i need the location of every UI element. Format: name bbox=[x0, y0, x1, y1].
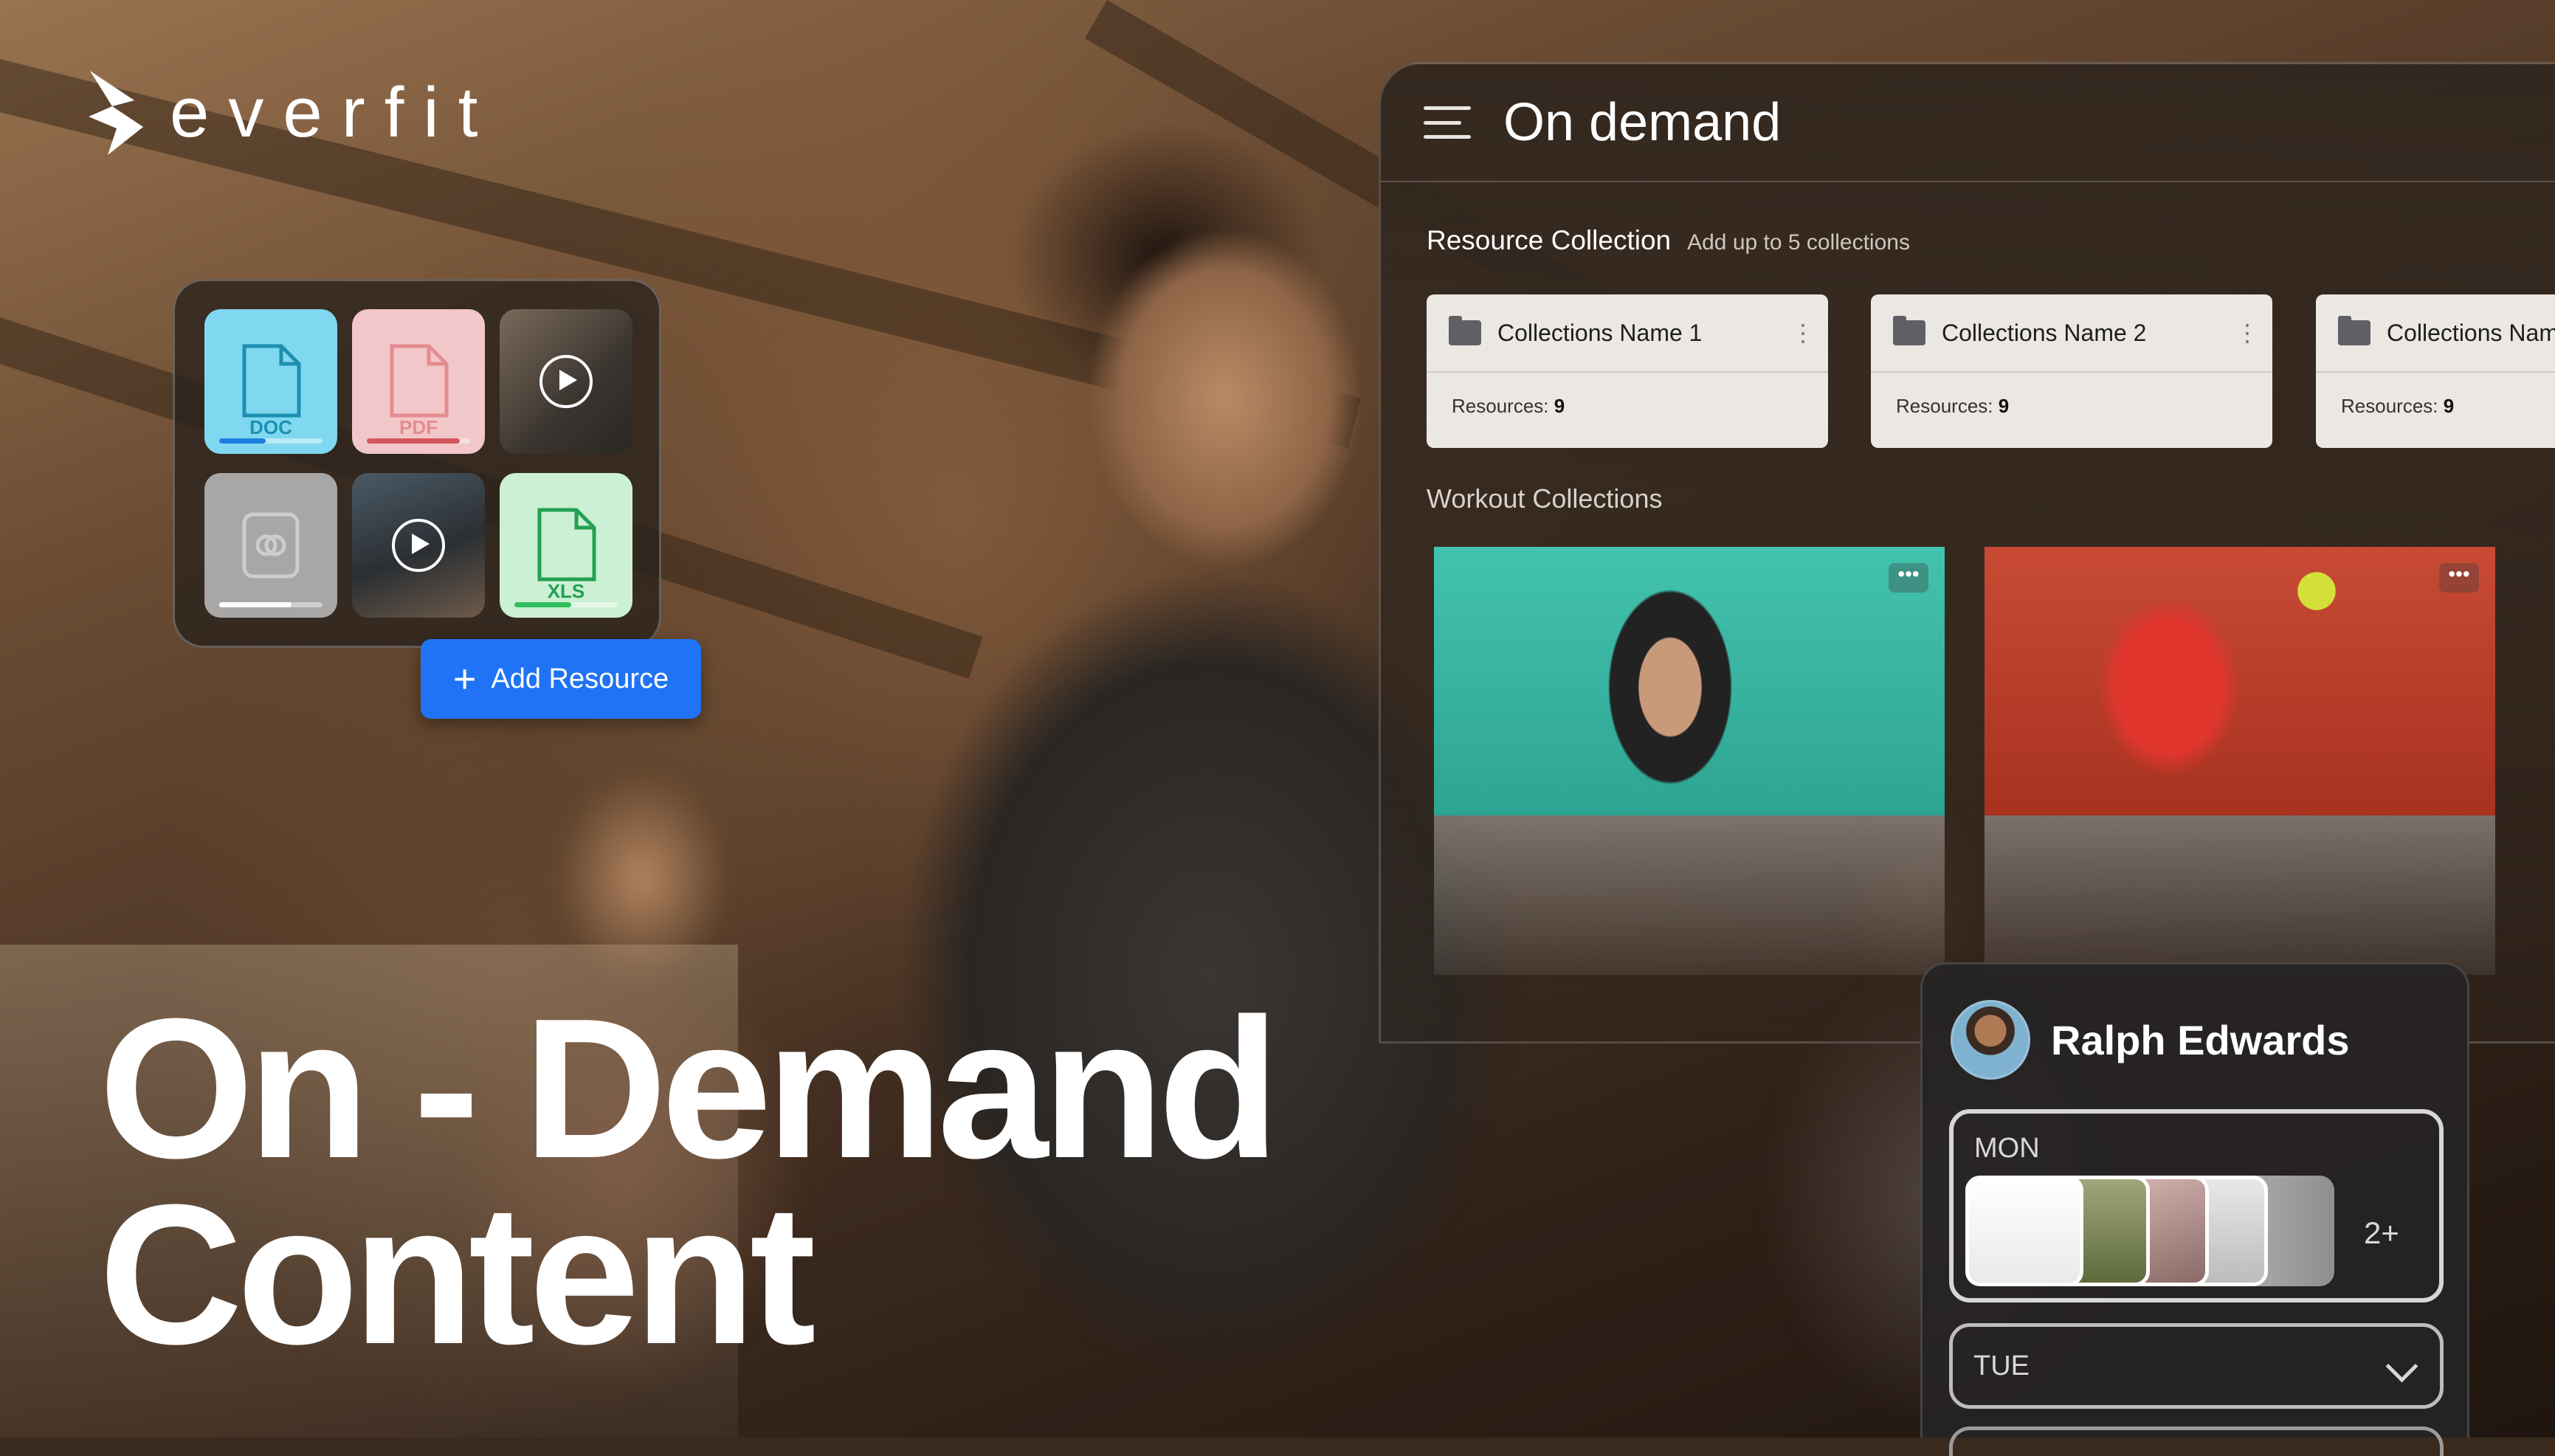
headline-line-2: Content bbox=[99, 1164, 816, 1386]
day-tuesday[interactable]: TUE bbox=[1949, 1323, 2444, 1409]
xls-file-icon bbox=[537, 508, 596, 582]
collection-card[interactable]: Collections Name 2 ⋮ Resources: 9 bbox=[1871, 294, 2272, 448]
section-subtitle: Add up to 5 collections bbox=[1687, 230, 1910, 255]
more-options-icon[interactable]: ⋮ bbox=[1791, 321, 1815, 345]
add-resource-label: Add Resource bbox=[491, 663, 669, 694]
doc-file-icon bbox=[242, 344, 301, 418]
workout-collection-card[interactable]: ••• bbox=[1434, 547, 1945, 975]
xls-progress-bar bbox=[514, 602, 618, 607]
headline: On - Demand Content bbox=[99, 978, 1280, 1386]
resource-collection-heading: Resource Collection Add up to 5 collecti… bbox=[1427, 225, 1910, 256]
pdf-file-icon bbox=[390, 344, 449, 418]
workout-collection-card[interactable]: ••• bbox=[1985, 547, 2495, 975]
everfit-logo: everfit bbox=[83, 68, 497, 158]
collection-name: Collections Name 2 bbox=[1942, 319, 2147, 346]
workout-thumbnails bbox=[1965, 1176, 2349, 1286]
doc-resource-tile[interactable]: DOC bbox=[204, 309, 337, 454]
collection-card[interactable]: Collections Name 3 ⋮ Resources: 9 bbox=[2316, 294, 2555, 448]
pdf-resource-tile[interactable]: PDF bbox=[352, 309, 485, 454]
everfit-mark-icon bbox=[89, 71, 143, 155]
menu-icon[interactable] bbox=[1424, 106, 1471, 139]
video-resource-tile[interactable] bbox=[352, 473, 485, 618]
workout-card-footer bbox=[1434, 815, 1945, 975]
brand-name: everfit bbox=[170, 73, 497, 152]
link-icon bbox=[242, 512, 300, 579]
collection-name: Collections Name 3 bbox=[2387, 319, 2555, 346]
xls-label: XLS bbox=[547, 580, 585, 602]
client-schedule-card: Ralph Edwards MON 2+ TUE bbox=[1920, 962, 2469, 1456]
collection-name: Collections Name 1 bbox=[1497, 319, 1703, 346]
folder-icon bbox=[2338, 316, 2370, 345]
workout-card-footer bbox=[1985, 815, 2495, 975]
section-title: Resource Collection bbox=[1427, 225, 1672, 255]
collection-card[interactable]: Collections Name 1 ⋮ Resources: 9 bbox=[1427, 294, 1828, 448]
on-demand-panel: On demand Resource Collection Add up to … bbox=[1379, 62, 2555, 1043]
video-resource-tile[interactable] bbox=[500, 309, 632, 454]
workout-collections-title: Workout Collections bbox=[1427, 483, 1663, 514]
plus-icon: + bbox=[452, 657, 477, 701]
more-options-icon[interactable]: ••• bbox=[2439, 563, 2479, 593]
add-resource-button[interactable]: + Add Resource bbox=[421, 639, 701, 719]
play-icon bbox=[539, 355, 593, 408]
on-demand-header: On demand bbox=[1381, 64, 2555, 182]
workout-thumbnail[interactable] bbox=[1965, 1176, 2083, 1286]
more-workouts-count: 2+ bbox=[2364, 1215, 2399, 1250]
resource-count: Resources: 9 bbox=[2341, 395, 2455, 417]
pdf-progress-bar bbox=[367, 438, 470, 444]
day-label: MON bbox=[1974, 1133, 2040, 1164]
more-options-icon[interactable]: ••• bbox=[1889, 563, 1928, 593]
resource-count: Resources: 9 bbox=[1896, 395, 2010, 417]
folder-icon bbox=[1893, 316, 1925, 345]
link-progress-bar bbox=[219, 602, 323, 607]
resource-tiles-panel: DOC PDF XLS bbox=[173, 279, 661, 648]
day-monday[interactable]: MON 2+ bbox=[1949, 1109, 2444, 1303]
folder-icon bbox=[1449, 316, 1481, 345]
chevron-down-icon bbox=[2385, 1350, 2418, 1383]
page-title: On demand bbox=[1503, 93, 1782, 152]
more-options-icon[interactable]: ⋮ bbox=[2235, 321, 2259, 345]
tennis-player-photo: ••• bbox=[1985, 547, 2495, 815]
resource-count: Resources: 9 bbox=[1452, 395, 1565, 417]
play-icon bbox=[392, 519, 445, 572]
day-label: TUE bbox=[1973, 1350, 2030, 1381]
pdf-label: PDF bbox=[399, 416, 438, 438]
link-resource-tile[interactable] bbox=[204, 473, 337, 618]
headline-line-1: On - Demand bbox=[99, 978, 1280, 1200]
doc-label: DOC bbox=[249, 416, 292, 438]
doc-progress-bar bbox=[219, 438, 323, 444]
client-name: Ralph Edwards bbox=[2051, 1016, 2350, 1063]
day-wednesday[interactable] bbox=[1949, 1426, 2444, 1456]
xls-resource-tile[interactable]: XLS bbox=[500, 473, 632, 618]
dumbbell-workout-photo: ••• bbox=[1434, 547, 1945, 815]
avatar bbox=[1951, 1000, 2030, 1080]
